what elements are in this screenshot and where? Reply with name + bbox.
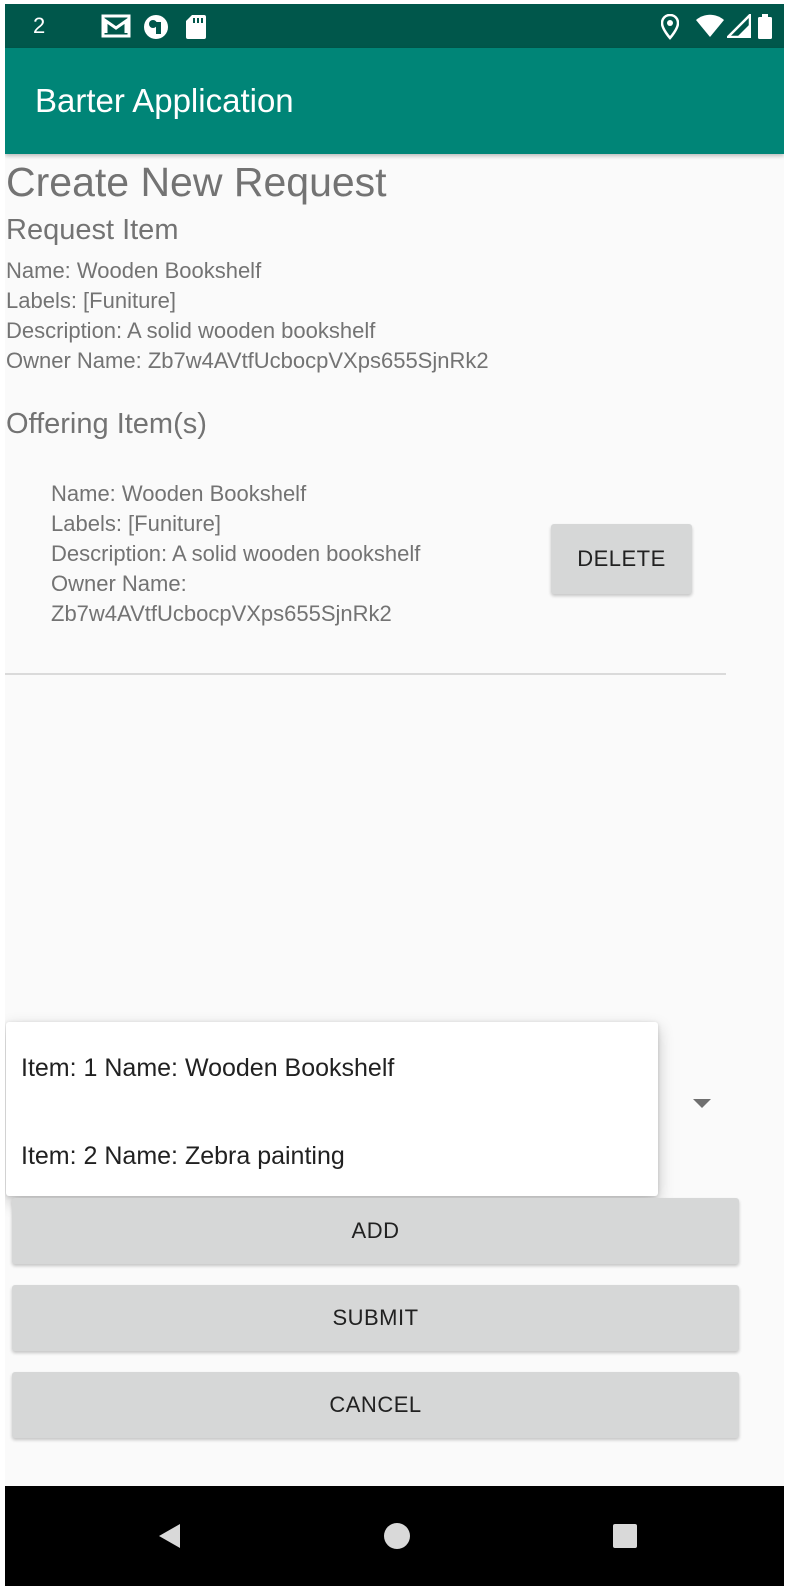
request-item-heading: Request Item <box>6 214 179 246</box>
offering-item-name: Name: Wooden Bookshelf <box>51 481 307 506</box>
offering-item-owner-value: Zb7w4AVtfUcbocpVXps655SjnRk2 <box>51 601 392 626</box>
location-icon <box>660 13 680 45</box>
item-dropdown-popup: Item: 1 Name: Wooden Bookshelf Item: 2 N… <box>6 1022 658 1196</box>
submit-button[interactable]: SUBMIT <box>12 1285 739 1351</box>
offering-item-owner-label: Owner Name: <box>51 571 187 596</box>
sd-card-icon <box>185 14 207 45</box>
battery-icon <box>757 14 773 45</box>
wifi-icon <box>695 14 725 43</box>
cell-signal-icon <box>724 11 752 43</box>
request-item-owner: Owner Name: Zb7w4AVtfUcbocpVXps655SjnRk2 <box>6 348 489 373</box>
screen: 2 Barter Application Create New Request … <box>5 4 784 1586</box>
status-bar: 2 <box>5 4 784 48</box>
request-item-labels: Labels: [Funiture] <box>6 288 176 313</box>
dropdown-option-item-1[interactable]: Item: 1 Name: Wooden Bookshelf <box>21 1053 394 1083</box>
app-title: Barter Application <box>35 82 294 119</box>
request-item-description: Description: A solid wooden bookshelf <box>6 318 376 343</box>
page-title: Create New Request <box>6 159 387 205</box>
vpn-key-icon <box>143 14 169 45</box>
offering-item-description: Description: A solid wooden bookshelf <box>51 541 421 566</box>
navigation-bar <box>5 1486 784 1586</box>
offering-items-heading: Offering Item(s) <box>6 408 207 440</box>
app-bar: Barter Application <box>5 48 784 154</box>
home-icon[interactable] <box>369 1508 425 1564</box>
cancel-button[interactable]: CANCEL <box>12 1372 739 1438</box>
back-icon[interactable] <box>141 1508 197 1564</box>
recents-icon[interactable] <box>597 1508 653 1564</box>
request-item-name: Name: Wooden Bookshelf <box>6 258 262 283</box>
dropdown-arrow-icon[interactable] <box>693 1099 711 1108</box>
delete-button[interactable]: DELETE <box>551 524 692 594</box>
dropdown-option-item-2[interactable]: Item: 2 Name: Zebra painting <box>21 1141 345 1171</box>
status-time: 2 <box>33 13 46 38</box>
add-button[interactable]: ADD <box>12 1198 739 1264</box>
offering-item-labels: Labels: [Funiture] <box>51 511 221 536</box>
gmail-icon <box>101 14 131 43</box>
divider <box>5 673 726 675</box>
